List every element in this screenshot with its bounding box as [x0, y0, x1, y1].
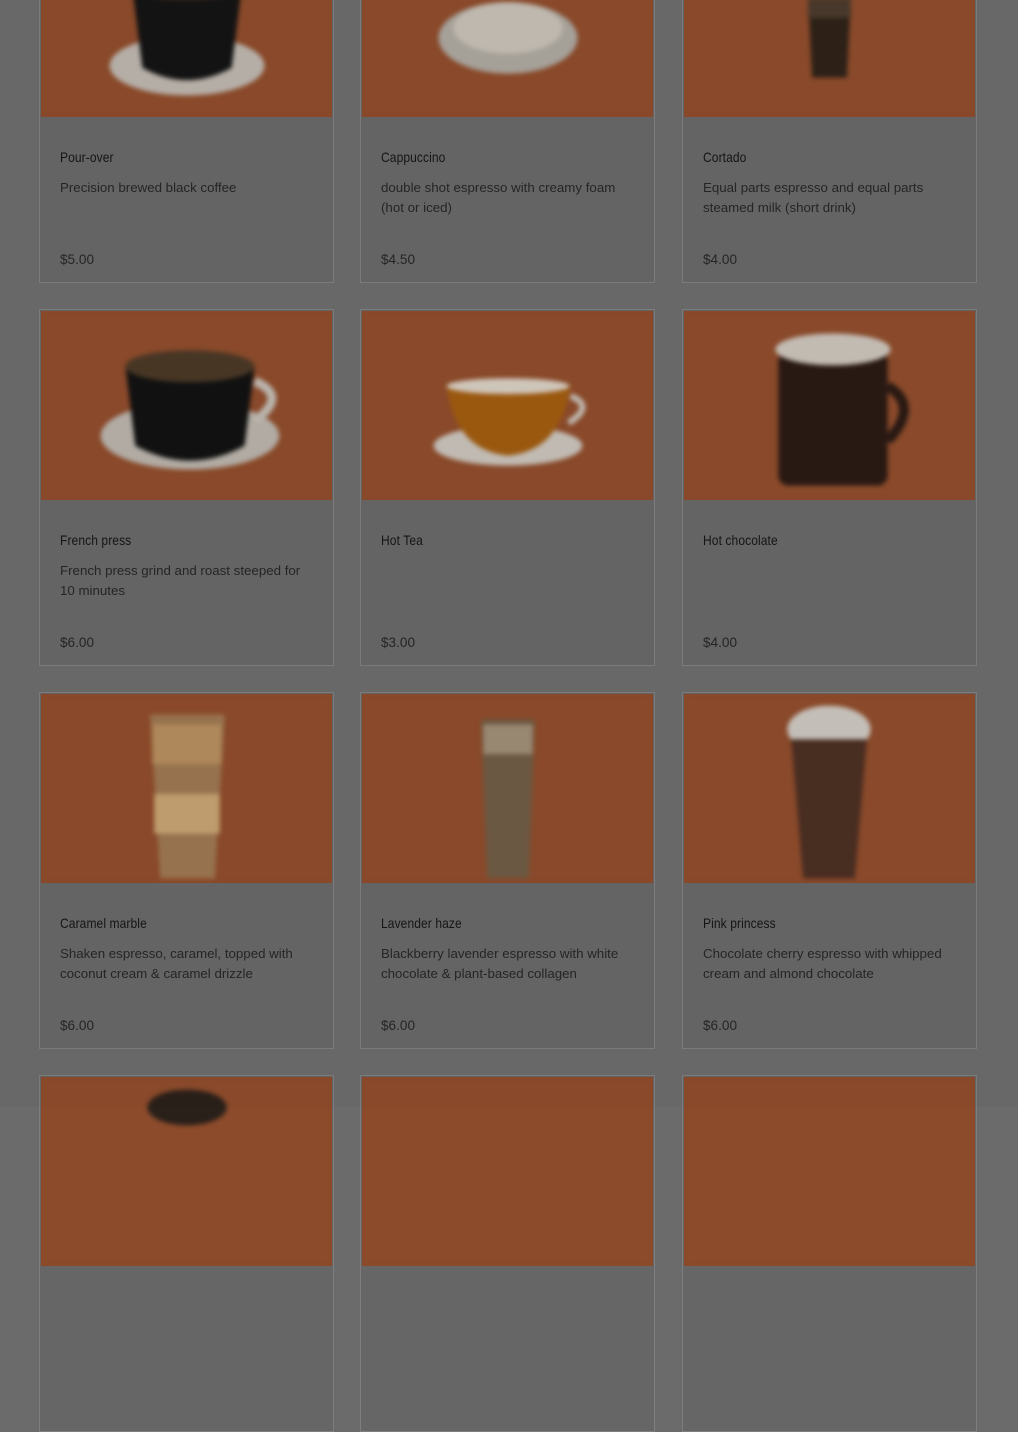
iced-caramel-drink-icon: [41, 694, 332, 883]
menu-card[interactable]: [39, 1075, 334, 1432]
item-price: $5.00: [60, 252, 94, 267]
item-name: Hot Tea: [381, 532, 599, 548]
menu-card[interactable]: [360, 1075, 655, 1432]
item-price: $4.00: [703, 635, 737, 650]
drink-image: [684, 1077, 975, 1266]
item-name: French press: [60, 532, 278, 548]
menu-card[interactable]: Pour-over Precision brewed black coffee …: [39, 0, 334, 283]
item-description: Equal parts espresso and equal parts ste…: [703, 178, 956, 218]
item-price: $4.50: [381, 252, 415, 267]
iced-chocolate-drink-icon: [684, 694, 975, 883]
item-price: $6.00: [703, 1018, 737, 1033]
menu-card[interactable]: Lavender haze Blackberry lavender espres…: [360, 692, 655, 1049]
item-price: $3.00: [381, 635, 415, 650]
item-description: Chocolate cherry espresso with whipped c…: [703, 944, 956, 984]
item-description: French press grind and roast steeped for…: [60, 561, 313, 601]
item-price: $6.00: [381, 1018, 415, 1033]
black-coffee-cup-icon: [41, 311, 332, 500]
menu-card[interactable]: Caramel marble Shaken espresso, caramel,…: [39, 692, 334, 1049]
item-name: Cappuccino: [381, 149, 599, 165]
menu-card[interactable]: French press French press grind and roas…: [39, 309, 334, 666]
item-name: Caramel marble: [60, 915, 278, 931]
drink-image: [41, 1077, 332, 1266]
hot-chocolate-mug-icon: [684, 311, 975, 500]
item-name: Pink princess: [703, 915, 921, 931]
item-price: $4.00: [703, 252, 737, 267]
item-name: Lavender haze: [381, 915, 599, 931]
menu-card[interactable]: Hot chocolate $4.00: [682, 309, 977, 666]
black-coffee-cup-icon: [41, 0, 332, 117]
menu-card[interactable]: Cortado Equal parts espresso and equal p…: [682, 0, 977, 283]
item-description: Precision brewed black coffee: [60, 178, 313, 198]
item-price: $6.00: [60, 635, 94, 650]
cappuccino-cup-icon: [362, 0, 653, 117]
item-price: $6.00: [60, 1018, 94, 1033]
menu-card[interactable]: Cappuccino double shot espresso with cre…: [360, 0, 655, 283]
menu-card[interactable]: Hot Tea $3.00: [360, 309, 655, 666]
item-description: Blackberry lavender espresso with white …: [381, 944, 634, 984]
drink-image: [362, 1077, 653, 1266]
item-name: Hot chocolate: [703, 532, 921, 548]
item-name: Cortado: [703, 149, 921, 165]
item-description: double shot espresso with creamy foam (h…: [381, 178, 634, 218]
menu-card[interactable]: Pink princess Chocolate cherry espresso …: [682, 692, 977, 1049]
iced-lavender-drink-icon: [362, 694, 653, 883]
tea-cup-icon: [362, 311, 653, 500]
item-name: Pour-over: [60, 149, 278, 165]
menu-card[interactable]: [682, 1075, 977, 1432]
item-description: Shaken espresso, caramel, topped with co…: [60, 944, 313, 984]
cortado-glass-icon: [684, 0, 975, 117]
